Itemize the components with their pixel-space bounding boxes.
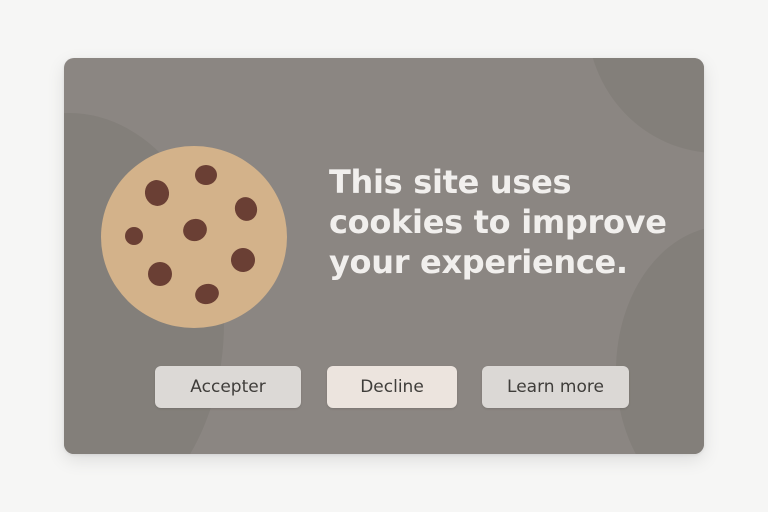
background-shape <box>587 58 704 153</box>
cookie-icon <box>101 146 287 328</box>
accept-button[interactable]: Accepter <box>155 366 301 408</box>
cookie-message: This site uses cookies to improve your e… <box>329 163 667 281</box>
cookie-consent-banner: This site uses cookies to improve your e… <box>64 58 704 454</box>
learn-more-button[interactable]: Learn more <box>482 366 629 408</box>
decline-button[interactable]: Decline <box>327 366 457 408</box>
page: This site uses cookies to improve your e… <box>0 0 768 512</box>
